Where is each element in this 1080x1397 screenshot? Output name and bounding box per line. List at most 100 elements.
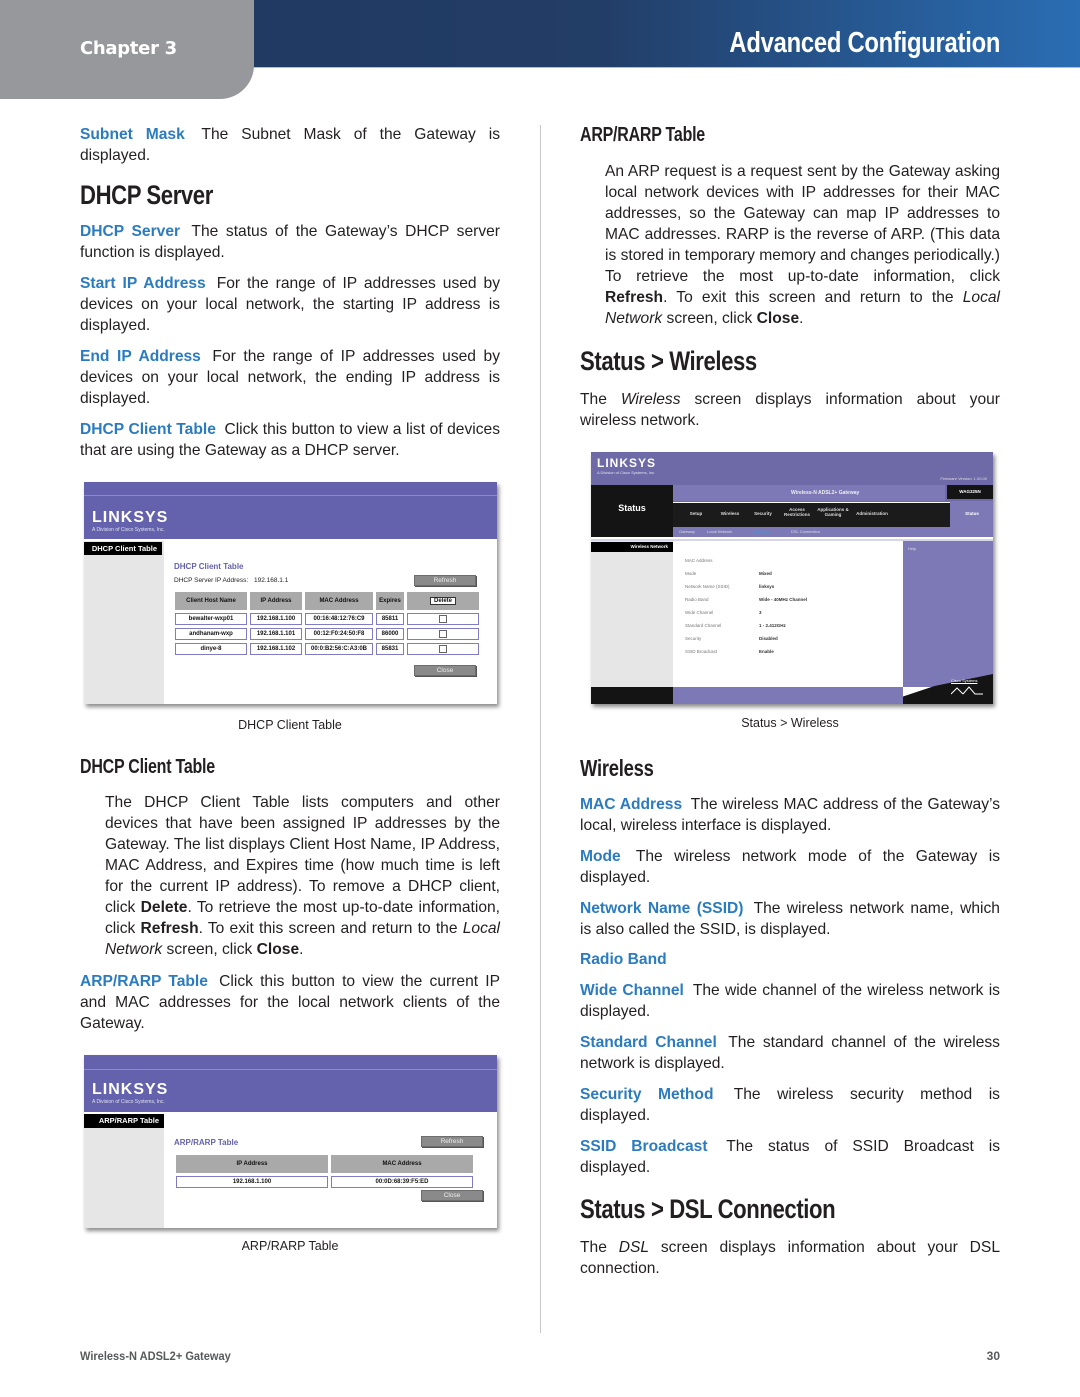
firmware-version: Firmware Version: 1.00.00 xyxy=(940,476,987,481)
bold-delete: Delete xyxy=(140,899,188,916)
dhcp-client-paragraph: DHCP Client Table Click this button to v… xyxy=(80,419,500,461)
term-subnet-mask: Subnet Mask xyxy=(80,126,185,143)
help-label: Help xyxy=(908,546,917,551)
sub-tab-gateway[interactable]: Gateway xyxy=(679,529,695,534)
delete-checkbox[interactable] xyxy=(439,615,447,623)
table-cell: 85831 xyxy=(376,643,404,655)
table-cell: 00:16:48:12:76:C9 xyxy=(305,613,373,625)
term: Wide Channel xyxy=(580,982,684,999)
sidebar-label: Wireless Network xyxy=(591,542,673,552)
arp-rarp-table-screenshot: LINKSYS A Division of Cisco Systems, Inc… xyxy=(84,1055,497,1228)
text: screen, click xyxy=(662,310,757,327)
footer-bar xyxy=(673,687,903,704)
linksys-tagline: A Division of Cisco Systems, Inc. xyxy=(597,470,656,475)
table-cell: andhanam-wxp xyxy=(175,628,247,640)
field-label: Standard Channel xyxy=(685,623,722,628)
panel-title: DHCP Client Table xyxy=(174,562,244,571)
field-label: Wide Channel xyxy=(685,610,714,615)
heading-status-wireless: Status > Wireless xyxy=(580,346,757,376)
close-button[interactable]: Close xyxy=(421,1190,483,1201)
table-row: andhanam-wxp 192.168.1.101 00:12:F0:24:50:… xyxy=(175,628,479,640)
table-cell: 00:0D:68:39:F5:ED xyxy=(331,1176,473,1188)
delete-checkbox[interactable] xyxy=(439,630,447,638)
text: An ARP request is a request sent by the … xyxy=(605,163,1000,285)
sidebar-label: ARP/RARP Table xyxy=(84,1114,164,1128)
text: The DHCP Client Table lists computers an… xyxy=(105,794,500,916)
sidebar xyxy=(84,1114,164,1228)
bold-close: Close xyxy=(256,941,300,958)
sub-tab-local-network[interactable]: Local Network xyxy=(707,529,732,534)
field-value: 1 - 2.412GHz xyxy=(759,623,786,628)
field-value: Disabled xyxy=(759,636,778,641)
nav-tab-status[interactable]: Status xyxy=(953,511,991,516)
term-dhcp-server: DHCP Server xyxy=(80,223,181,240)
table-cell: 00:12:F0:24:50:F8 xyxy=(305,628,373,640)
chapter-label: Chapter 3 xyxy=(80,38,177,59)
figure-caption: ARP/RARP Table xyxy=(241,1239,339,1253)
text: . To exit this screen and return to the xyxy=(663,289,963,306)
refresh-button[interactable]: Refresh xyxy=(414,575,476,586)
field-label: Security xyxy=(685,636,702,641)
panel-title: ARP/RARP Table xyxy=(174,1138,239,1147)
close-button[interactable]: Close xyxy=(414,665,476,676)
status-wireless-paragraph: The Wireless screen displays information… xyxy=(580,389,1000,431)
end-ip-paragraph: End IP Address For the range of IP addre… xyxy=(80,346,500,409)
field-label: MAC Address xyxy=(685,558,713,563)
text: The xyxy=(580,391,621,408)
footer-product-name: Wireless-N ADSL2+ Gateway xyxy=(80,1349,231,1363)
delete-checkbox-cell xyxy=(407,643,479,655)
table-cell: 86000 xyxy=(376,628,404,640)
table-cell: 85811 xyxy=(376,613,404,625)
term: Radio Band xyxy=(580,951,667,968)
section-title: Advanced Configuration xyxy=(729,27,1000,59)
linksys-logo: LINKSYS xyxy=(597,456,657,470)
text: The xyxy=(580,1239,619,1256)
definition-ssid-broadcast: SSID Broadcast The status of SSID Broadc… xyxy=(580,1136,1000,1178)
nav-tab-applications-gaming[interactable]: Applications & Gaming xyxy=(816,507,850,517)
sidebar xyxy=(591,541,673,687)
term-arp-rarp-table: ARP/RARP Table xyxy=(80,973,208,990)
text: . xyxy=(299,941,304,958)
sidebar xyxy=(84,541,164,704)
bold-close: Close xyxy=(756,310,800,327)
term: MAC Address xyxy=(580,796,683,813)
server-ip-value: 192.168.1.1 xyxy=(254,577,289,584)
sub-tab-wireless[interactable]: Wireless xyxy=(754,529,769,534)
delete-button[interactable]: Delete xyxy=(429,597,456,605)
dhcp-client-table: Client Host Name IP Address MAC Address … xyxy=(172,589,482,658)
heading-dhcp-client-table: DHCP Client Table xyxy=(80,756,215,778)
field-label: Network Name (SSID) xyxy=(685,584,730,589)
sidebar-label: DHCP Client Table xyxy=(84,542,162,555)
term-end-ip: End IP Address xyxy=(80,348,201,365)
nav-tab-setup[interactable]: Setup xyxy=(679,511,713,516)
definition-text: The wireless network mode of the Gateway… xyxy=(580,848,1001,886)
figure-caption: Status > Wireless xyxy=(741,716,839,730)
field-label: Radio Band xyxy=(685,597,709,602)
term: Network Name (SSID) xyxy=(580,900,744,917)
dhcp-server-paragraph: DHCP Server The status of the Gateway’s … xyxy=(80,221,500,263)
refresh-button[interactable]: Refresh xyxy=(421,1136,483,1147)
help-panel xyxy=(903,541,993,687)
start-ip-paragraph: Start IP Address For the range of IP add… xyxy=(80,273,500,336)
cisco-bridge-icon xyxy=(951,686,983,695)
col-ip-address: IP Address xyxy=(250,592,302,610)
col-mac-address: MAC Address xyxy=(331,1155,473,1173)
col-delete: Delete xyxy=(407,592,479,610)
nav-tab-administration[interactable]: Administration xyxy=(855,511,889,516)
field-value: 3 xyxy=(759,610,762,615)
definition-network-name-ssid: Network Name (SSID) The wireless network… xyxy=(580,898,1000,940)
table-cell: 192.168.1.102 xyxy=(250,643,302,655)
table-cell: dinye-8 xyxy=(175,643,247,655)
delete-checkbox-cell xyxy=(407,613,479,625)
nav-tab-access-restrictions[interactable]: Access Restrictions xyxy=(780,507,814,517)
sub-tab-dsl-connection[interactable]: DSL Connection xyxy=(791,529,820,534)
arp-button-paragraph: ARP/RARP Table Click this button to view… xyxy=(80,971,500,1034)
arp-rarp-paragraph: An ARP request is a request sent by the … xyxy=(580,161,1000,329)
table-cell: bewalter-wxp01 xyxy=(175,613,247,625)
nav-tab-security[interactable]: Security xyxy=(746,511,780,516)
linksys-logo: LINKSYS xyxy=(92,1081,169,1098)
definition-standard-channel: Standard Channel The standard channel of… xyxy=(580,1032,1000,1074)
chapter-tab: Chapter 3 xyxy=(0,0,254,99)
delete-checkbox[interactable] xyxy=(439,645,447,653)
nav-tab-wireless[interactable]: Wireless xyxy=(713,511,747,516)
